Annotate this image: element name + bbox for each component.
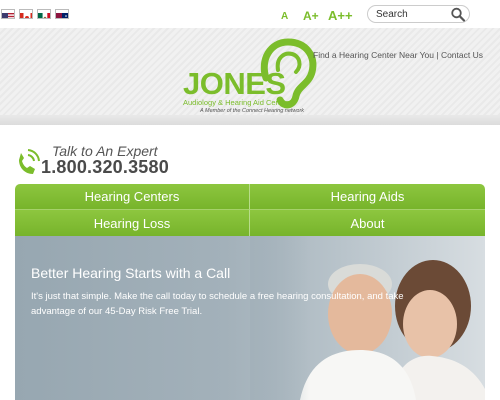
- site-header: JONES Audiology & Hearing Aid Centers A …: [0, 28, 500, 125]
- contact-us-link[interactable]: Contact Us: [441, 50, 483, 60]
- text-size-medium-link[interactable]: A+: [303, 9, 319, 23]
- nav-about[interactable]: About: [250, 210, 485, 236]
- find-center-link[interactable]: Find a Hearing Center Near You: [313, 50, 434, 60]
- logo-subtitle: Audiology & Hearing Aid Centers: [183, 98, 293, 107]
- text-size-small-link[interactable]: A: [281, 11, 288, 22]
- top-bar: A A+ A++: [0, 0, 500, 28]
- logo-wordmark: JONES: [183, 66, 286, 101]
- nav-hearing-centers[interactable]: Hearing Centers: [15, 184, 250, 210]
- hero-text: It's just that simple. Make the call tod…: [31, 291, 404, 317]
- nav-hearing-aids[interactable]: Hearing Aids: [250, 184, 485, 210]
- header-link-separator: |: [436, 50, 439, 60]
- hero-banner: Better Hearing Starts with a Call It's j…: [15, 236, 485, 400]
- australia-flag-icon[interactable]: [55, 9, 69, 19]
- search-input[interactable]: [376, 7, 446, 21]
- search-icon[interactable]: [450, 7, 466, 22]
- main-nav: Hearing Centers Hearing Aids Hearing Los…: [15, 184, 485, 236]
- search-box: [367, 5, 470, 23]
- text-size-large-link[interactable]: A++: [328, 8, 353, 23]
- header-links: Find a Hearing Center Near You | Contact…: [313, 50, 483, 60]
- canada-flag-icon[interactable]: [19, 9, 33, 19]
- mexico-flag-icon[interactable]: [37, 9, 51, 19]
- phone-number-link[interactable]: 1.800.320.3580: [41, 157, 169, 178]
- phone-icon: [19, 149, 40, 174]
- us-flag-icon[interactable]: [1, 9, 15, 19]
- logo-member-note: A Member of the Connect Hearing network: [200, 108, 305, 114]
- nav-hearing-loss[interactable]: Hearing Loss: [15, 210, 250, 236]
- hero-title: Better Hearing Starts with a Call: [31, 265, 231, 281]
- jones-logo[interactable]: JONES Audiology & Hearing Aid Centers A …: [180, 38, 320, 118]
